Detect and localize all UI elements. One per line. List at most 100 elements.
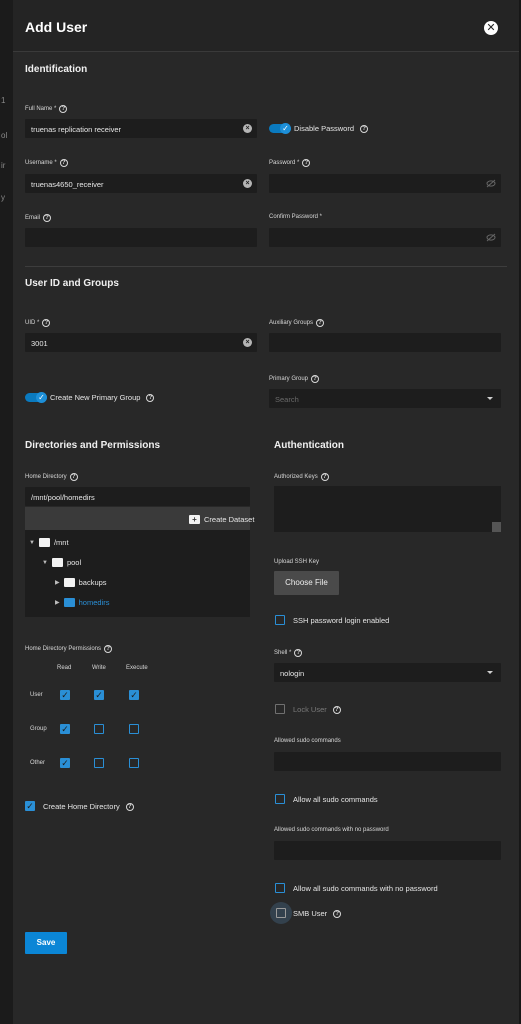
clear-icon[interactable]: × — [243, 179, 252, 188]
allowed-sudo-nopass-field[interactable] — [274, 841, 501, 861]
home-directory-input[interactable] — [25, 488, 250, 507]
primary-group-label: Primary Group? — [269, 375, 320, 383]
email-label: Email? — [25, 214, 52, 222]
uid-field[interactable]: × — [25, 333, 257, 353]
tree-node-homedirs[interactable]: ▶ homedirs — [55, 598, 109, 607]
group-read-checkbox[interactable]: ✓ — [60, 724, 70, 734]
create-dataset-button[interactable]: + Create Dataset — [189, 515, 254, 524]
perm-col-read: Read — [57, 665, 72, 671]
allow-all-sudo-nopass-checkbox[interactable] — [275, 883, 285, 893]
create-home-directory-checkbox[interactable]: ✓ — [25, 801, 35, 811]
uid-input[interactable] — [25, 334, 257, 353]
allow-all-sudo-checkbox[interactable] — [275, 794, 285, 804]
help-icon[interactable]: ? — [294, 649, 303, 657]
help-icon[interactable]: ? — [333, 909, 342, 918]
help-icon[interactable]: ? — [104, 645, 113, 653]
email-input[interactable] — [25, 229, 257, 248]
primary-group-search-input[interactable] — [269, 390, 501, 409]
edge-fragment: y — [1, 193, 5, 202]
other-execute-checkbox[interactable] — [129, 758, 139, 768]
help-icon[interactable]: ? — [42, 319, 51, 327]
close-icon[interactable]: ✕ — [484, 21, 498, 35]
allowed-sudo-input[interactable] — [274, 753, 501, 772]
confirm-password-input[interactable] — [269, 229, 501, 248]
allow-all-sudo-label: Allow all sudo commands — [293, 795, 378, 804]
user-write-checkbox[interactable]: ✓ — [94, 690, 104, 700]
help-icon[interactable]: ? — [320, 473, 329, 481]
tree-node-pool[interactable]: ▼ pool — [42, 558, 81, 567]
edge-fragment: 1 — [1, 96, 6, 105]
expand-down-icon[interactable]: ▼ — [42, 560, 48, 566]
user-read-checkbox[interactable]: ✓ — [60, 690, 70, 700]
help-icon[interactable]: ? — [59, 159, 68, 167]
aux-groups-label: Auxiliary Groups? — [269, 319, 325, 327]
help-icon[interactable]: ? — [125, 802, 134, 811]
create-primary-group-toggle[interactable]: ✓ — [25, 392, 47, 403]
help-icon[interactable]: ? — [59, 105, 68, 113]
perm-col-execute: Execute — [126, 665, 148, 671]
help-icon[interactable]: ? — [302, 159, 311, 167]
choose-file-button[interactable]: Choose File — [274, 571, 339, 595]
save-button[interactable]: Save — [25, 932, 67, 954]
expand-right-icon[interactable]: ▶ — [55, 599, 60, 606]
background-edge: 1 ol ir y — [0, 0, 13, 1024]
other-read-checkbox[interactable]: ✓ — [60, 758, 70, 768]
home-directory-label: Home Directory? — [25, 473, 78, 481]
tree-node-backups[interactable]: ▶ backups — [55, 578, 107, 587]
home-directory-field[interactable] — [25, 487, 250, 507]
confirm-password-field[interactable] — [269, 228, 501, 248]
username-input[interactable] — [25, 175, 257, 194]
resize-handle[interactable] — [492, 522, 501, 532]
help-icon[interactable]: ? — [146, 393, 155, 402]
help-icon[interactable]: ? — [360, 124, 369, 133]
ssh-password-checkbox[interactable] — [275, 615, 285, 625]
shell-label: Shell *? — [274, 649, 303, 657]
tree-node-mnt[interactable]: ▼ /mnt — [29, 538, 69, 547]
help-icon[interactable]: ? — [316, 319, 325, 327]
disable-password-label: Disable Password? — [294, 124, 369, 133]
allowed-sudo-field[interactable] — [274, 752, 501, 772]
clear-icon[interactable]: × — [243, 338, 252, 347]
expand-down-icon[interactable]: ▼ — [29, 540, 35, 546]
shell-select[interactable] — [274, 663, 501, 683]
help-icon[interactable]: ? — [43, 214, 52, 222]
create-home-directory-label: Create Home Directory? — [43, 802, 134, 811]
full-name-input[interactable] — [25, 120, 257, 139]
help-icon[interactable]: ? — [69, 473, 78, 481]
upload-ssh-key-label: Upload SSH Key — [274, 559, 320, 565]
shell-select-value[interactable] — [274, 664, 501, 683]
folder-add-icon: + — [189, 515, 200, 524]
other-write-checkbox[interactable] — [94, 758, 104, 768]
password-field[interactable] — [269, 174, 501, 194]
authorized-keys-textarea[interactable] — [274, 486, 501, 532]
allowed-sudo-nopass-label: Allowed sudo commands with no password — [274, 827, 389, 833]
visibility-off-icon[interactable] — [486, 179, 496, 188]
email-field[interactable] — [25, 228, 257, 248]
clear-icon[interactable]: × — [243, 124, 252, 133]
create-primary-group-label: Create New Primary Group? — [50, 393, 155, 402]
lock-user-label: Lock User? — [293, 705, 341, 714]
lock-user-checkbox[interactable] — [275, 704, 285, 714]
group-execute-checkbox[interactable] — [129, 724, 139, 734]
visibility-off-icon[interactable] — [486, 233, 496, 242]
primary-group-select[interactable] — [269, 389, 501, 409]
user-execute-checkbox[interactable]: ✓ — [129, 690, 139, 700]
aux-groups-field[interactable] — [269, 333, 501, 353]
folder-icon — [63, 578, 75, 587]
username-field[interactable]: × — [25, 174, 257, 194]
help-icon[interactable]: ? — [332, 705, 341, 714]
aux-groups-input[interactable] — [269, 334, 501, 353]
help-icon[interactable]: ? — [311, 375, 320, 383]
allowed-sudo-nopass-input[interactable] — [274, 842, 501, 861]
password-input[interactable] — [269, 175, 501, 194]
confirm-password-label: Confirm Password * — [269, 214, 323, 220]
expand-right-icon[interactable]: ▶ — [55, 579, 60, 586]
smb-user-checkbox[interactable] — [276, 908, 286, 918]
folder-icon — [51, 558, 63, 567]
disable-password-toggle[interactable]: ✓ — [269, 123, 291, 134]
home-permissions-label: Home Directory Permissions? — [25, 645, 113, 653]
section-identification-heading: Identification — [25, 64, 88, 75]
full-name-field[interactable]: × — [25, 119, 257, 139]
group-write-checkbox[interactable] — [94, 724, 104, 734]
edge-fragment: ol — [1, 131, 8, 140]
